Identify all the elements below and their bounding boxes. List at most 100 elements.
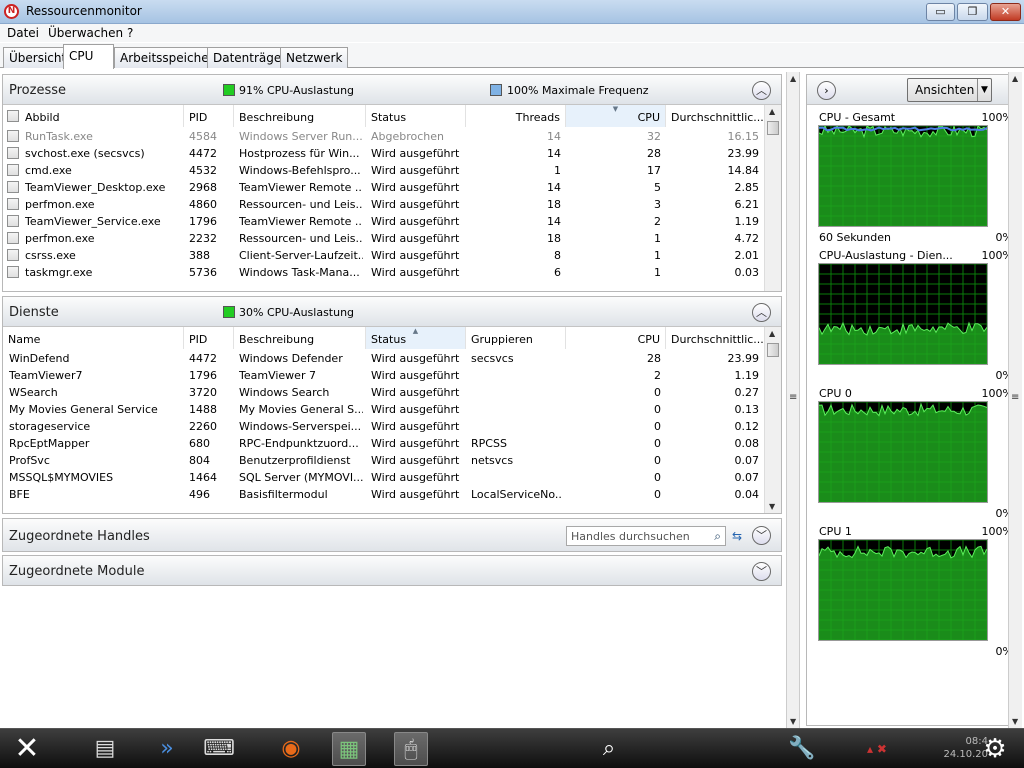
- services-header[interactable]: Dienste 30% CPU-Auslastung ︿: [3, 297, 781, 327]
- collapse-processes-icon[interactable]: ︿: [752, 81, 771, 100]
- col-description[interactable]: Beschreibung: [234, 105, 366, 127]
- table-row[interactable]: TeamViewer7 1796 TeamViewer 7 Wird ausgefüh…: [3, 367, 765, 384]
- scroll-up-icon[interactable]: ▲: [790, 74, 796, 83]
- col-service-description[interactable]: Beschreibung: [234, 327, 366, 349]
- cell-name: svchost.exe (secsvcs): [25, 147, 145, 160]
- expand-panel-icon[interactable]: ›: [817, 81, 836, 100]
- menu-file[interactable]: Datei: [7, 26, 39, 40]
- close-button[interactable]: ✕: [990, 3, 1021, 21]
- col-image[interactable]: Abbild: [3, 105, 184, 127]
- row-checkbox[interactable]: [7, 164, 19, 176]
- search-icon[interactable]: ⌕: [714, 529, 721, 544]
- scroll-down-icon[interactable]: ▼: [790, 717, 796, 726]
- tab-cpu[interactable]: CPU: [63, 44, 114, 69]
- col-service-pid[interactable]: PID: [184, 327, 234, 349]
- tab-network[interactable]: Netzwerk: [280, 47, 349, 68]
- cell-pid: 4472: [189, 352, 217, 365]
- col-service-status[interactable]: ▲ Status: [366, 327, 466, 349]
- close-icon[interactable]: ✕: [10, 732, 44, 766]
- col-service-name[interactable]: Name: [3, 327, 184, 349]
- row-checkbox[interactable]: [7, 215, 19, 227]
- processes-scrollbar[interactable]: ▲: [764, 105, 781, 291]
- tab-memory[interactable]: Arbeitsspeicher: [114, 47, 220, 68]
- col-service-average[interactable]: Durchschnittlic...: [666, 327, 765, 349]
- row-checkbox[interactable]: [7, 266, 19, 278]
- cell-name: cmd.exe: [25, 164, 72, 177]
- table-row[interactable]: TeamViewer_Service.exe 1796 TeamViewer Rem…: [3, 213, 765, 230]
- col-pid[interactable]: PID: [184, 105, 234, 127]
- splitter-grip-icon[interactable]: ≡: [789, 392, 797, 403]
- table-row[interactable]: WSearch 3720 Windows Search Wird ausgeführt…: [3, 384, 765, 401]
- table-row[interactable]: WinDefend 4472 Windows Defender Wird ausgef…: [3, 350, 765, 367]
- main-scrollbar[interactable]: ▲ ≡ ▼: [786, 72, 800, 728]
- table-row[interactable]: ProfSvc 804 Benutzerprofildienst Wird ausge…: [3, 452, 765, 469]
- menu-monitor[interactable]: Überwachen: [48, 26, 123, 40]
- col-cpu[interactable]: ▼ CPU: [566, 105, 666, 127]
- cpu-graph: [818, 263, 988, 365]
- col-average[interactable]: Durchschnittlic...: [666, 105, 765, 127]
- graph-panel-scrollbar[interactable]: ▲ ≡ ▼: [1008, 72, 1022, 728]
- tools-icon[interactable]: 🔧: [785, 732, 819, 766]
- expand-handles-icon[interactable]: ﹀: [752, 526, 771, 545]
- cell-cpu: 28: [647, 147, 661, 160]
- collapse-services-icon[interactable]: ︿: [752, 303, 771, 322]
- table-row[interactable]: My Movies General Service 1488 My Movies G…: [3, 401, 765, 418]
- mouse-icon[interactable]: 🖱: [394, 732, 428, 766]
- minimize-button[interactable]: ▭: [926, 3, 955, 21]
- table-row[interactable]: TeamViewer_Desktop.exe 2968 TeamViewer Rem…: [3, 179, 765, 196]
- col-status[interactable]: Status: [366, 105, 466, 127]
- table-row[interactable]: storageservice 2260 Windows-Serverspei... W…: [3, 418, 765, 435]
- row-checkbox[interactable]: [7, 130, 19, 142]
- col-cpu-label: CPU: [637, 111, 660, 124]
- scroll-up-icon[interactable]: ▲: [769, 107, 775, 116]
- table-row[interactable]: RpcEptMapper 680 RPC-Endpunktzuord... Wird …: [3, 435, 765, 452]
- services-scrollbar[interactable]: ▲ ▼: [764, 327, 781, 513]
- select-all-checkbox[interactable]: [7, 110, 19, 122]
- views-button[interactable]: Ansichten ▼: [907, 78, 992, 102]
- row-checkbox[interactable]: [7, 181, 19, 193]
- table-row[interactable]: svchost.exe (secsvcs) 4472 Hostprozess für…: [3, 145, 765, 162]
- modules-header[interactable]: Zugeordnete Module ﹀: [3, 556, 781, 585]
- col-threads[interactable]: Threads: [466, 105, 566, 127]
- handles-header[interactable]: Zugeordnete Handles Handles durchsuchen …: [3, 519, 781, 551]
- expand-modules-icon[interactable]: ﹀: [752, 562, 771, 581]
- row-checkbox[interactable]: [7, 198, 19, 210]
- menu-help[interactable]: ?: [127, 26, 133, 40]
- network-icon[interactable]: ▦: [332, 732, 366, 766]
- table-row[interactable]: csrss.exe 388 Client-Server-Laufzeit... Wir…: [3, 247, 765, 264]
- services-scroll-thumb[interactable]: [767, 343, 779, 357]
- cell-name: RpcEptMapper: [9, 437, 90, 450]
- processes-header[interactable]: Prozesse 91% CPU-Auslastung 100% Maximal…: [3, 75, 781, 105]
- scroll-down-icon[interactable]: ▼: [769, 502, 775, 511]
- table-row[interactable]: BFE 496 Basisfiltermodul Wird ausgeführt Loc…: [3, 486, 765, 503]
- tray-icons[interactable]: ▴ ✖ ▣ ✖: [860, 732, 894, 766]
- row-checkbox[interactable]: [7, 232, 19, 244]
- table-row[interactable]: cmd.exe 4532 Windows-Befehlspro... Wird aus…: [3, 162, 765, 179]
- table-row[interactable]: taskmgr.exe 5736 Windows Task-Mana... Wird …: [3, 264, 765, 281]
- cell-avg: 0.12: [734, 420, 760, 433]
- restore-button[interactable]: ❐: [957, 3, 988, 21]
- keyboard-icon[interactable]: ⌨: [202, 732, 236, 766]
- settings-icon[interactable]: ⚙: [978, 732, 1012, 766]
- col-service-group[interactable]: Gruppieren: [466, 327, 566, 349]
- table-row[interactable]: RunTask.exe 4584 Windows Server Run... Abge…: [3, 128, 765, 145]
- views-dropdown-icon[interactable]: ▼: [977, 79, 991, 101]
- row-checkbox[interactable]: [7, 147, 19, 159]
- table-row[interactable]: perfmon.exe 4860 Ressourcen- und Leis... Wi…: [3, 196, 765, 213]
- search-icon[interactable]: ⌕: [592, 732, 626, 766]
- server-manager-icon[interactable]: ▤: [88, 732, 122, 766]
- processes-scroll-thumb[interactable]: [767, 121, 779, 135]
- powershell-icon[interactable]: »: [150, 732, 184, 766]
- refresh-icon[interactable]: ⇆: [728, 526, 746, 546]
- tab-overview[interactable]: Übersicht: [3, 47, 73, 68]
- col-service-cpu[interactable]: CPU: [566, 327, 666, 349]
- scroll-up-icon[interactable]: ▲: [769, 329, 775, 338]
- table-row[interactable]: perfmon.exe 2232 Ressourcen- und Leis... Wi…: [3, 230, 765, 247]
- handles-search-input[interactable]: Handles durchsuchen ⌕: [566, 526, 726, 546]
- firefox-icon[interactable]: ◉: [274, 732, 308, 766]
- table-row[interactable]: MSSQL$MYMOVIES 1464 SQL Server (MYMOVI... W…: [3, 469, 765, 486]
- scroll-up-icon[interactable]: ▲: [1012, 74, 1018, 83]
- scroll-down-icon[interactable]: ▼: [1012, 717, 1018, 726]
- row-checkbox[interactable]: [7, 249, 19, 261]
- splitter-grip-icon[interactable]: ≡: [1011, 392, 1019, 403]
